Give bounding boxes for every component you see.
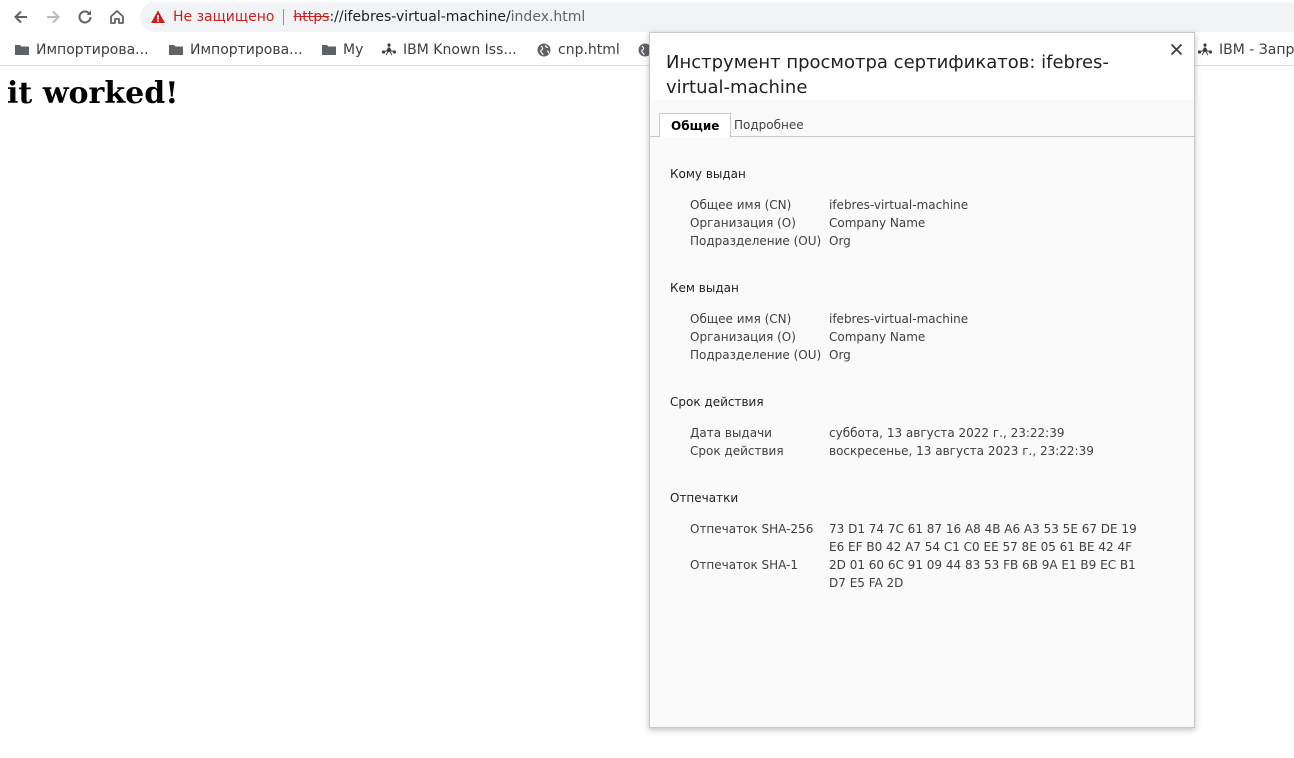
- section-validity: Срок действия: [670, 395, 764, 409]
- field-value: воскресенье, 13 августа 2023 г., 23:22:3…: [829, 444, 1094, 458]
- dialog-title: Инструмент просмотра сертификатов: ifebr…: [666, 52, 1109, 98]
- field-value: суббота, 13 августа 2022 г., 23:22:39: [829, 426, 1065, 440]
- back-arrow-icon: [14, 10, 27, 24]
- url-text[interactable]: https://ifebres-virtual-machine/index.ht…: [293, 9, 585, 25]
- folder-icon: [15, 45, 29, 55]
- sha256-value-line: E6 EF B0 42 A7 54 C1 C0 EE 57 8E 05 61 B…: [829, 540, 1133, 554]
- reload-icon: [78, 10, 92, 24]
- back-button[interactable]: [9, 5, 33, 29]
- field-label: Подразделение (OU): [690, 234, 822, 248]
- page-heading: it worked!: [7, 76, 179, 111]
- close-icon: [1170, 43, 1182, 55]
- bookmark-label: Импортирова...: [36, 42, 149, 58]
- field-value: Company Name: [829, 216, 926, 230]
- field-value: Company Name: [829, 330, 926, 344]
- section-issued-by: Кем выдан: [670, 281, 739, 295]
- field-label: Общее имя (CN): [690, 312, 792, 326]
- forward-arrow-icon: [47, 10, 60, 24]
- tab-details[interactable]: Подробнее: [723, 113, 815, 137]
- not-secure-label[interactable]: Не защищено: [173, 9, 274, 25]
- section-fingerprints: Отпечатки: [670, 491, 739, 505]
- globe-icon: [537, 43, 551, 57]
- ibm-icon: [1197, 43, 1213, 56]
- home-icon: [110, 10, 124, 24]
- bookmark-ibm-requests[interactable]: IBM - Запр: [1197, 40, 1294, 60]
- url-scheme: https: [293, 9, 330, 25]
- field-label: Организация (O): [690, 330, 796, 344]
- bookmark-folder-2[interactable]: Импортирова...: [168, 40, 303, 60]
- url-path: index.html: [510, 9, 586, 25]
- bookmark-label: IBM - Запр: [1219, 42, 1294, 58]
- folder-icon: [169, 45, 183, 55]
- bookmark-folder-my[interactable]: My: [321, 40, 363, 60]
- field-label: Дата выдачи: [690, 426, 772, 440]
- close-button[interactable]: [1166, 39, 1186, 59]
- bookmark-label: Импортирова...: [190, 42, 303, 58]
- warning-icon: [151, 10, 165, 23]
- sha1-value-line: D7 E5 FA 2D: [829, 576, 904, 590]
- folder-icon: [322, 45, 336, 55]
- dialog-tabs: Общие Подробнее: [650, 113, 1194, 138]
- bookmark-label: cnp.html: [558, 42, 620, 58]
- bookmark-label: My: [343, 42, 364, 58]
- field-value: ifebres-virtual-machine: [829, 198, 969, 212]
- sha1-value-line: 2D 01 60 6C 91 09 44 83 53 FB 6B 9A E1 B…: [829, 558, 1136, 572]
- address-bar[interactable]: Не защищено https://ifebres-virtual-mach…: [140, 2, 1294, 32]
- home-button[interactable]: [105, 5, 129, 29]
- field-label: Подразделение (OU): [690, 348, 822, 362]
- sha256-value-line: 73 D1 74 7C 61 87 16 A8 4B A6 A3 53 5E 6…: [829, 522, 1137, 536]
- field-label: Организация (O): [690, 216, 796, 230]
- tab-general[interactable]: Общие: [659, 113, 732, 138]
- sha256-label: Отпечаток SHA-256: [690, 522, 814, 536]
- omnibox-divider: [283, 9, 285, 25]
- reload-button[interactable]: [73, 5, 97, 29]
- url-host: ://ifebres-virtual-machine/: [329, 9, 511, 25]
- forward-button[interactable]: [41, 5, 65, 29]
- dialog-header: Инструмент просмотра сертификатов: ifebr…: [650, 33, 1194, 100]
- bookmark-ibm-known-issues[interactable]: IBM Known Iss...: [381, 40, 517, 60]
- field-value: Org: [829, 234, 851, 248]
- ibm-icon: [381, 43, 397, 56]
- field-label: Общее имя (CN): [690, 198, 792, 212]
- section-issued-to: Кому выдан: [670, 167, 746, 181]
- sha1-label: Отпечаток SHA-1: [690, 558, 799, 572]
- bookmark-folder-1[interactable]: Импортирова...: [14, 40, 149, 60]
- field-value: Org: [829, 348, 851, 362]
- field-label: Срок действия: [690, 444, 784, 458]
- browser-toolbar: Не защищено https://ifebres-virtual-mach…: [0, 0, 1294, 34]
- certificate-viewer-dialog: Инструмент просмотра сертификатов: ifebr…: [649, 32, 1195, 728]
- bookmark-cnp[interactable]: cnp.html: [536, 40, 620, 60]
- field-value: ifebres-virtual-machine: [829, 312, 969, 326]
- bookmark-label: IBM Known Iss...: [403, 42, 517, 58]
